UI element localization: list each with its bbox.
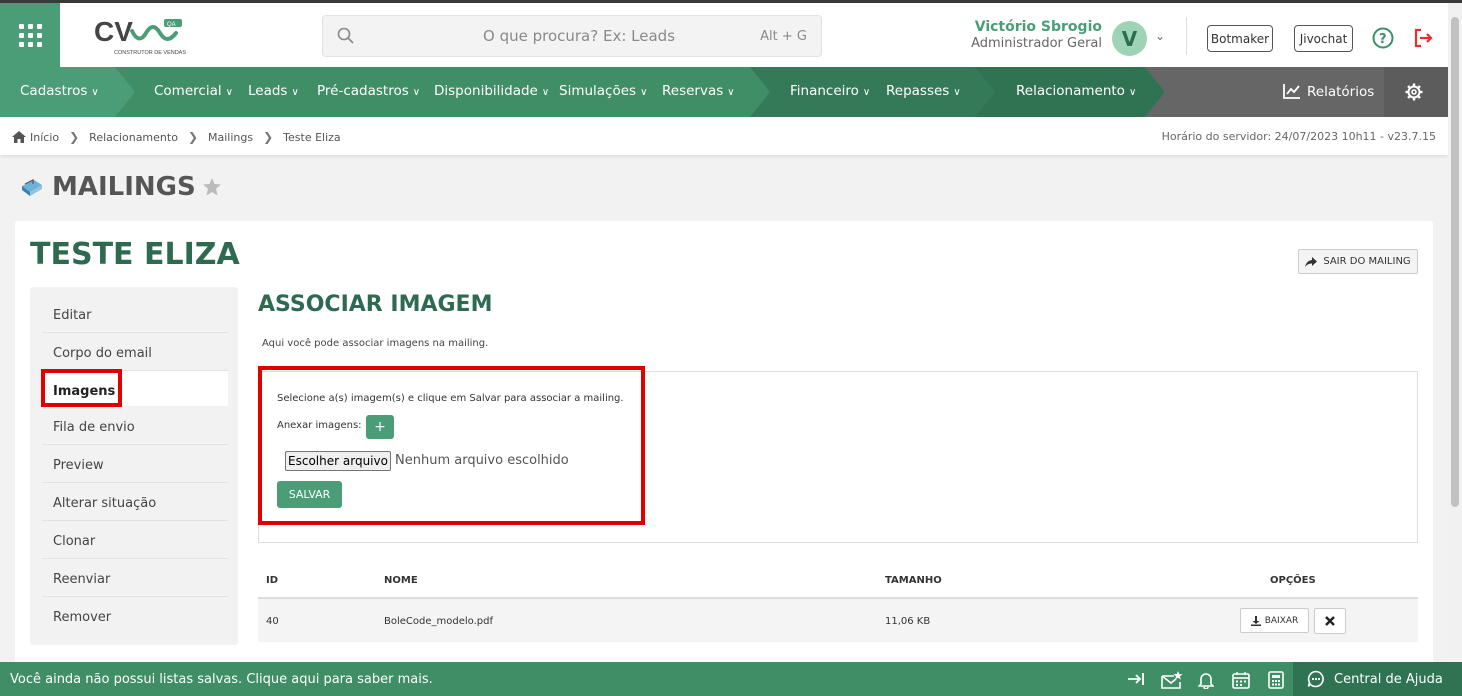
section-description: Aqui você pode associar imagens na maili… <box>262 338 489 349</box>
mailing-heading: TESTE ELIZA <box>30 237 240 272</box>
sidebar-item-fila-de-envio[interactable]: Fila de envio <box>42 407 228 445</box>
sidebar-item-editar[interactable]: Editar <box>42 295 228 333</box>
svg-text:CV: CV <box>94 16 133 47</box>
table-header-id: ID <box>266 575 279 586</box>
download-icon <box>1250 615 1261 626</box>
search-placeholder: O que procura? Ex: Leads <box>483 27 676 45</box>
calendar-icon[interactable] <box>1232 671 1250 689</box>
chevron-right-icon: ❯ <box>263 130 274 144</box>
delete-button[interactable] <box>1314 608 1346 634</box>
chat-icon <box>1307 670 1324 688</box>
breadcrumb-relacionamento[interactable]: Relacionamento <box>89 131 178 144</box>
share-arrow-icon <box>1305 256 1318 267</box>
footer-bar: Você ainda não possui listas salvas. Cli… <box>0 662 1462 696</box>
svg-text:CONSTRUTOR DE VENDAS: CONSTRUTOR DE VENDAS <box>114 50 186 56</box>
nav-disponibilidade[interactable]: Disponibilidade ∨ <box>434 83 549 99</box>
mailing-sidebar: Editar Corpo do email Imagens Fila de en… <box>30 287 238 645</box>
bell-icon[interactable] <box>1198 671 1214 689</box>
nav-repasses[interactable]: Repasses ∨ <box>886 83 961 99</box>
breadcrumb-home[interactable]: Início <box>30 131 59 144</box>
table-header-opcoes: OPÇÕES <box>1270 575 1316 586</box>
cell-name: BoleCode_modelo.pdf <box>384 616 493 627</box>
nav-leads[interactable]: Leads ∨ <box>248 83 299 99</box>
svg-text:?: ? <box>1379 32 1387 47</box>
calculator-icon[interactable] <box>1268 671 1284 689</box>
nav-financeiro[interactable]: Financeiro ∨ <box>790 83 870 99</box>
nav-reservas[interactable]: Reservas ∨ <box>662 83 735 99</box>
help-icon[interactable]: ? <box>1372 27 1394 49</box>
breadcrumb-current: Teste Eliza <box>283 130 341 144</box>
nav-relatorios[interactable]: Relatórios <box>1283 83 1374 100</box>
highlight-box-imagens <box>41 369 122 407</box>
sidebar-item-reenviar[interactable]: Reenviar <box>42 559 228 597</box>
nav-comercial[interactable]: Comercial ∨ <box>154 83 233 99</box>
logout-icon[interactable] <box>1412 27 1434 49</box>
download-button[interactable]: BAIXAR <box>1240 608 1309 633</box>
user-role: Administrador Geral <box>971 36 1102 51</box>
chart-icon <box>1283 84 1300 99</box>
section-title: ASSOCIAR IMAGEM <box>258 292 493 317</box>
user-info[interactable]: Victório Sbrogio Administrador Geral <box>971 19 1102 51</box>
user-name: Victório Sbrogio <box>974 19 1102 35</box>
cell-id: 40 <box>266 616 279 627</box>
table-header-nome: NOME <box>384 575 418 586</box>
home-icon[interactable] <box>12 131 26 143</box>
help-center-button[interactable]: Central de Ajuda <box>1293 662 1462 696</box>
apps-grid-icon[interactable] <box>0 3 60 67</box>
cv-logo[interactable]: CV QA CONSTRUTOR DE VENDAS <box>92 15 192 57</box>
nav-cadastros[interactable]: Cadastros ∨ <box>20 83 99 99</box>
sidebar-item-preview[interactable]: Preview <box>42 445 228 483</box>
page-title: MAILINGS <box>20 172 222 202</box>
jivochat-button[interactable]: Jivochat <box>1294 25 1353 52</box>
main-nav: Cadastros ∨ Comercial ∨ Leads ∨ Pré-cadastr… <box>0 67 1448 117</box>
nav-relacionamento[interactable]: Relacionamento ∨ <box>1016 83 1136 99</box>
sidebar-item-corpo-do-email[interactable]: Corpo do email <box>42 333 228 371</box>
search-shortcut: Alt + G <box>760 29 807 44</box>
mailbox-icon <box>22 179 42 196</box>
gear-icon[interactable] <box>1405 83 1423 101</box>
cell-size: 11,06 KB <box>885 616 931 627</box>
botmaker-button[interactable]: Botmaker <box>1207 25 1273 52</box>
mail-star-icon[interactable] <box>1161 671 1183 689</box>
server-time: Horário do servidor: 24/07/2023 10h11 - … <box>1161 130 1436 143</box>
nav-pre-cadastros[interactable]: Pré-cadastros ∨ <box>317 83 420 99</box>
highlight-box-upload <box>258 366 645 525</box>
footer-message[interactable]: Você ainda não possui listas salvas. Cli… <box>10 672 433 687</box>
nav-simulacoes[interactable]: Simulações ∨ <box>559 83 647 99</box>
chevron-right-icon: ❯ <box>69 130 80 144</box>
table-header-tamanho: TAMANHO <box>885 575 942 586</box>
arrow-to-right-icon[interactable] <box>1127 671 1145 687</box>
exit-mailing-button[interactable]: SAIR DO MAILING <box>1298 249 1418 274</box>
search-bar[interactable]: O que procura? Ex: Leads Alt + G <box>322 15 822 57</box>
breadcrumb: Início ❯ Relacionamento ❯ Mailings ❯ Tes… <box>0 117 1448 155</box>
chevron-right-icon: ❯ <box>187 130 198 144</box>
breadcrumb-mailings[interactable]: Mailings <box>208 131 253 144</box>
avatar[interactable]: V <box>1112 21 1147 56</box>
svg-text:QA: QA <box>167 22 176 28</box>
page-title-text: MAILINGS <box>52 172 196 202</box>
sidebar-item-remover[interactable]: Remover <box>42 597 228 635</box>
star-icon[interactable] <box>202 177 222 197</box>
sidebar-item-clonar[interactable]: Clonar <box>42 521 228 559</box>
close-icon <box>1325 616 1335 626</box>
scrollbar[interactable] <box>1448 3 1462 662</box>
chevron-down-icon[interactable]: ⌄ <box>1155 29 1165 43</box>
search-icon <box>337 27 354 44</box>
top-bar: CV QA CONSTRUTOR DE VENDAS O que procura… <box>0 0 1462 67</box>
sidebar-item-alterar-situacao[interactable]: Alterar situação <box>42 483 228 521</box>
divider <box>1186 17 1187 55</box>
